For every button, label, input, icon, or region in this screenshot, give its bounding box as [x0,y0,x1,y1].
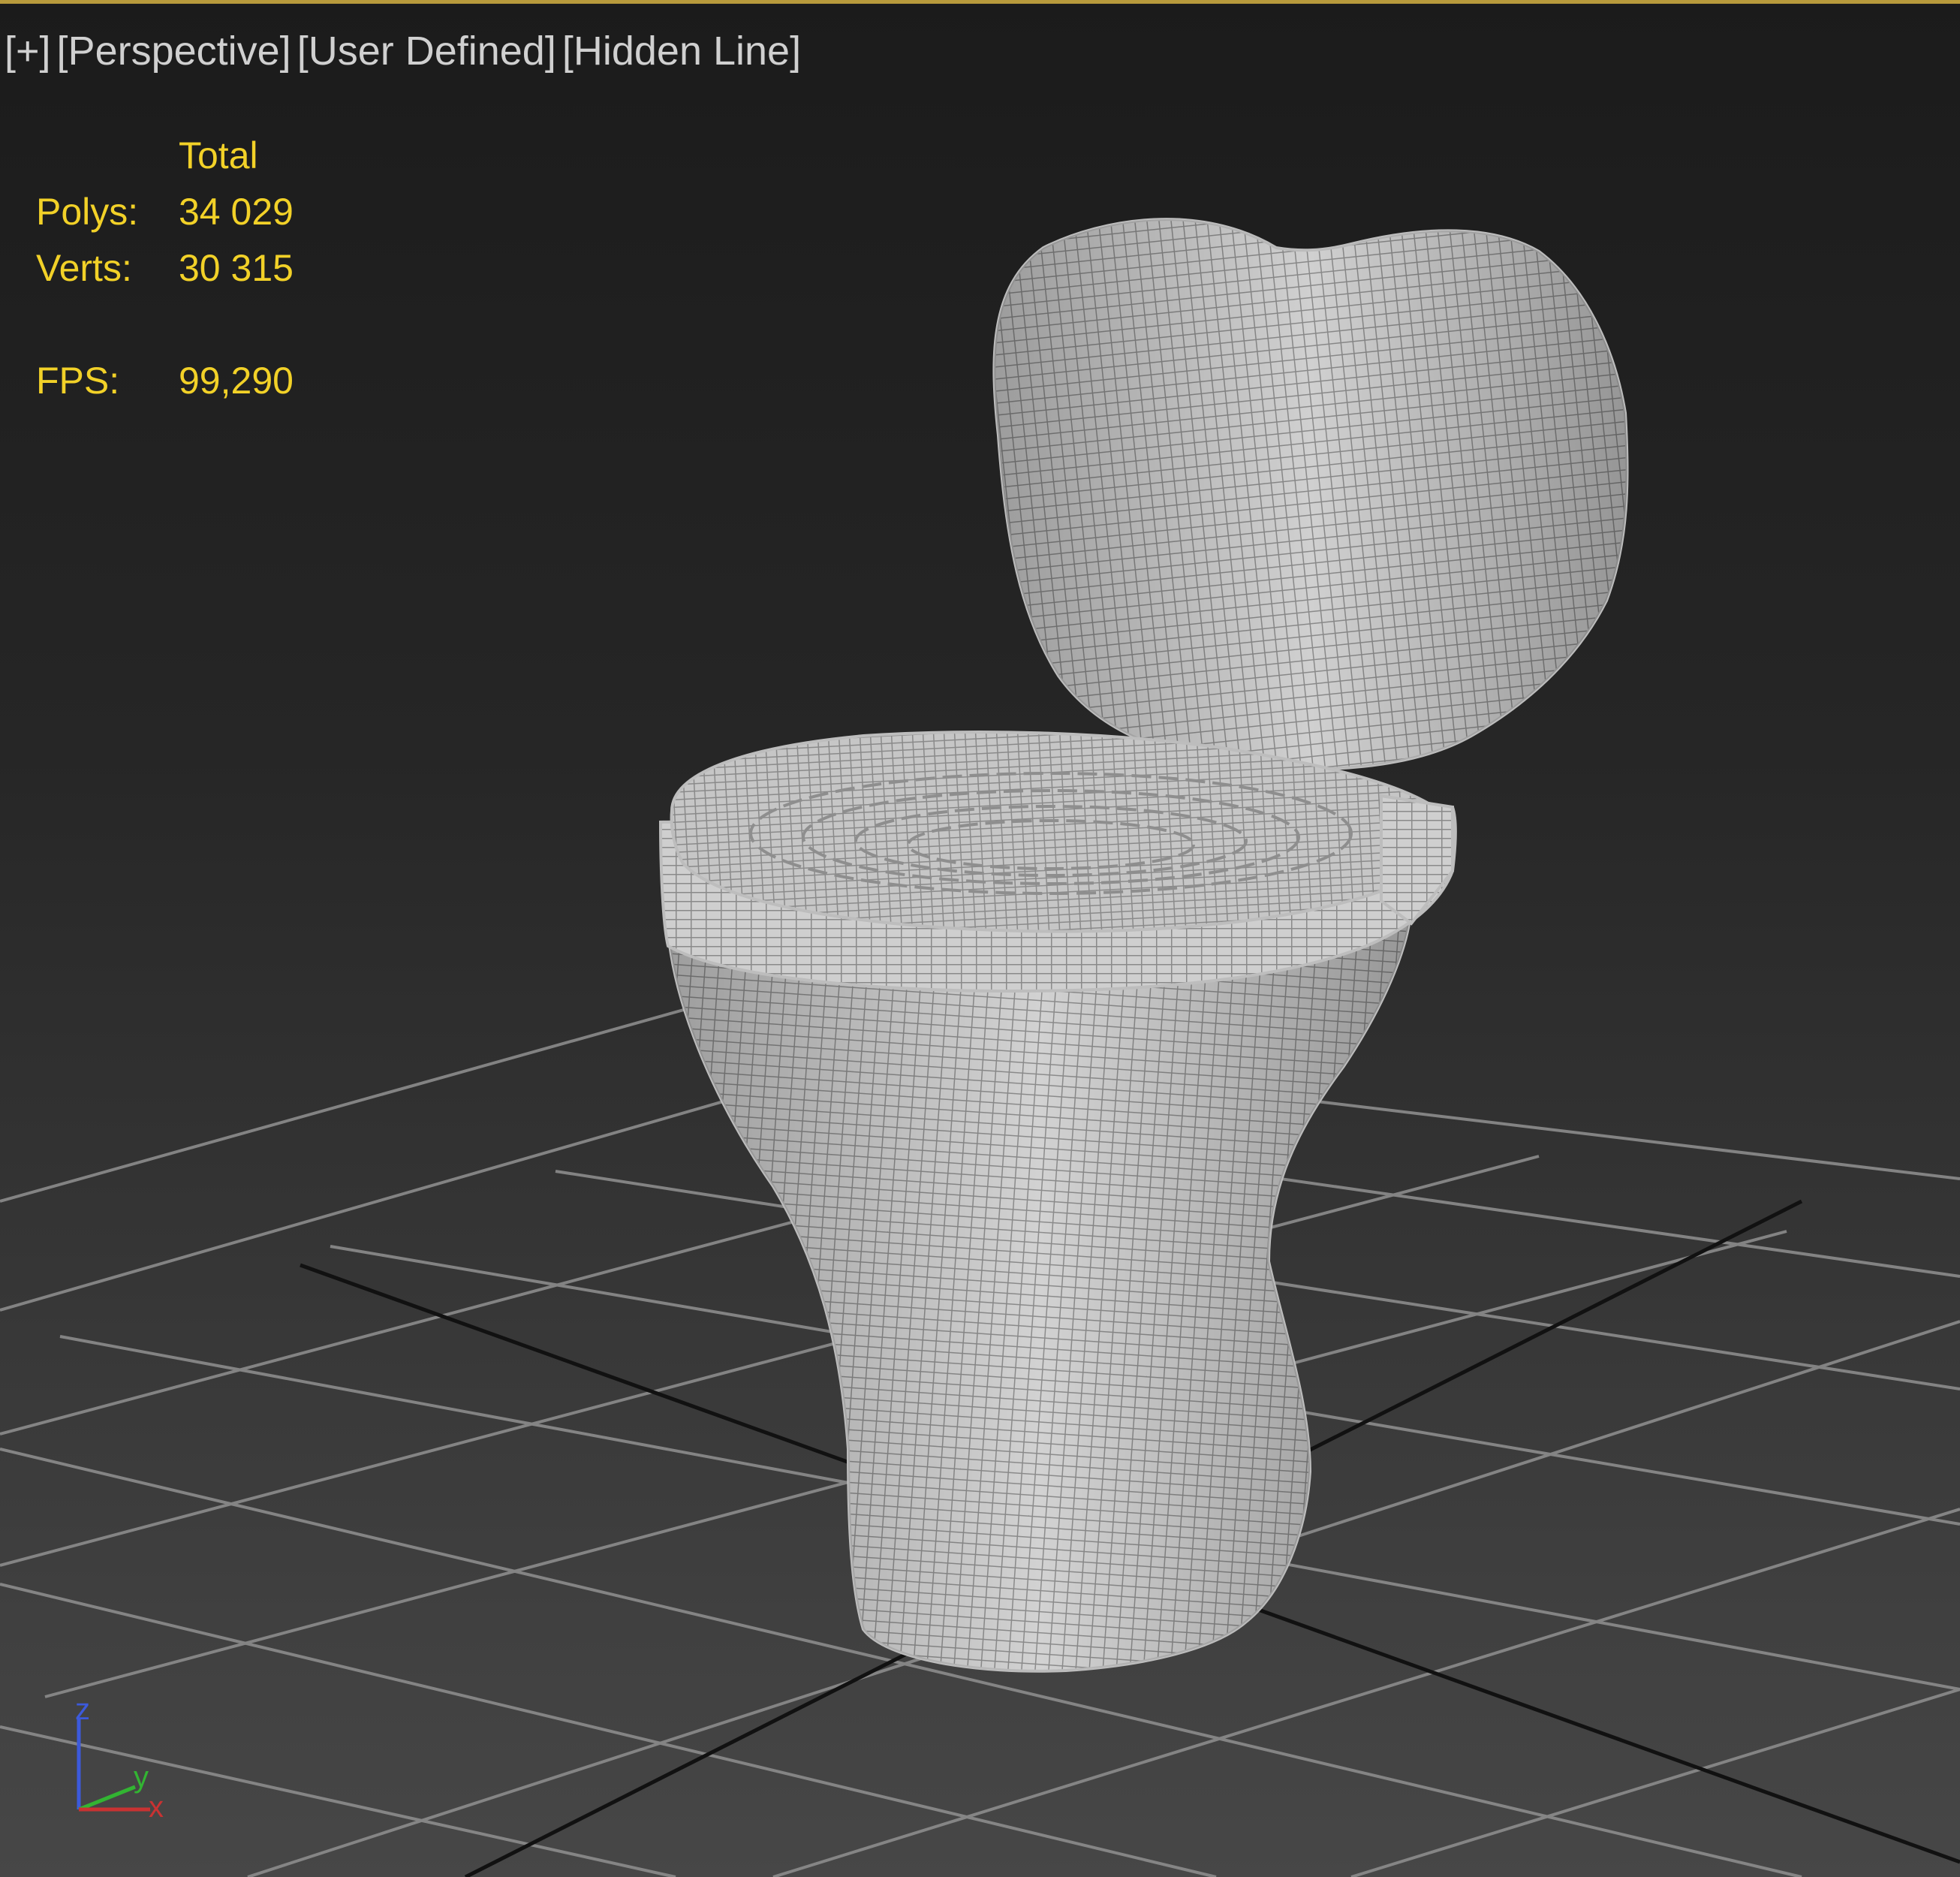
viewport-statistics: Total Polys: 34 029 Verts: 30 315 FPS: 9… [36,128,404,409]
polys-value: 34 029 [179,191,294,233]
viewport-label-bar: [+] [Perspective] [User Defined] [Hidden… [5,21,801,81]
axis-y-label: y [134,1761,149,1794]
viewport-camera-menu[interactable]: [User Defined] [297,28,556,74]
perspective-viewport[interactable]: z y x [+] [Perspective] [User Defined] [… [0,0,1960,1877]
fps-label: FPS: [36,360,120,402]
toilet-hinge-mesh [1380,794,1454,926]
fps-value: 99,290 [179,360,294,402]
polys-label: Polys: [36,191,139,233]
verts-value: 30 315 [179,247,294,289]
viewport-point-of-view-menu[interactable]: [Perspective] [57,28,291,74]
viewport-shading-menu[interactable]: [Hidden Line] [562,28,801,74]
verts-label: Verts: [36,247,132,289]
stats-header: Total [179,134,258,176]
viewport-general-menu[interactable]: [+] [5,28,51,74]
axis-x-label: x [149,1791,164,1824]
axis-z-label: z [75,1693,90,1726]
toilet-mesh[interactable] [658,218,1629,1673]
